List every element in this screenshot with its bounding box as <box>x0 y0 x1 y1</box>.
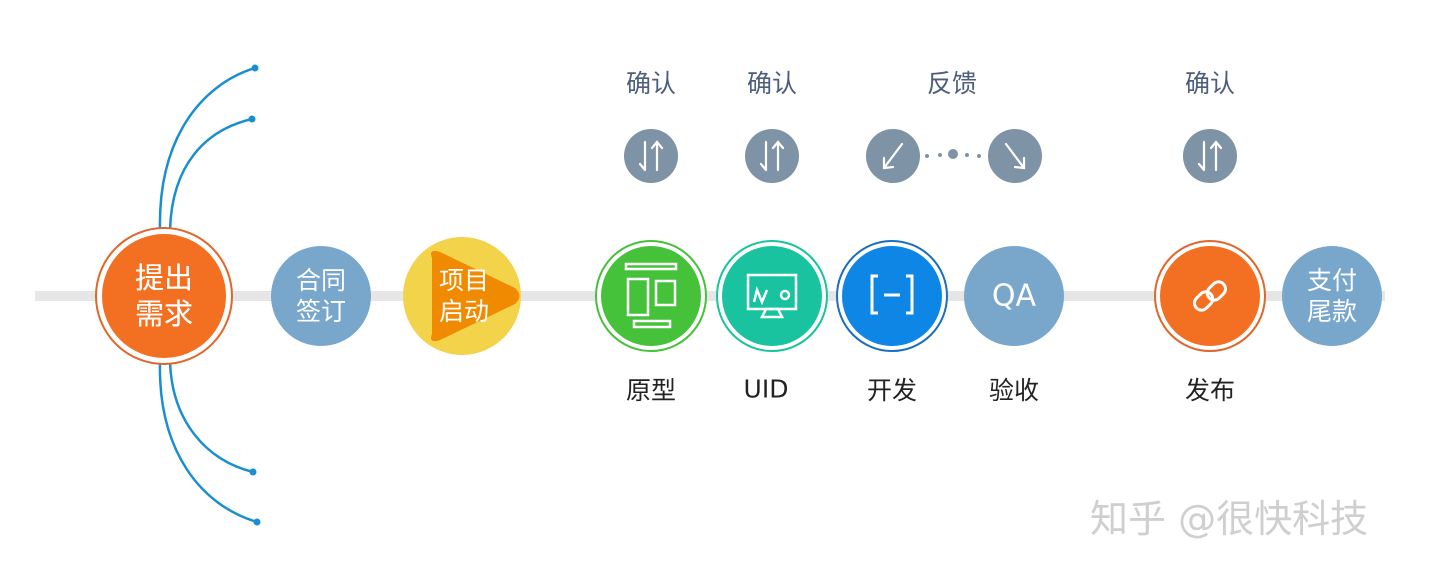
branch-curve <box>168 361 254 474</box>
payment-label: 支付 尾款 <box>1306 266 1358 326</box>
acceptance-label: 验收 <box>988 376 1040 405</box>
branch-dot <box>251 64 259 72</box>
release-label: 发布 <box>1184 376 1236 405</box>
confirm-label: 确认 <box>746 69 798 98</box>
prototype-label: 原型 <box>625 376 677 405</box>
branch-dot <box>253 518 261 526</box>
confirm-label: 确认 <box>1184 69 1236 98</box>
requirement-label: 提出需求 <box>135 261 194 331</box>
confirm-badge <box>624 129 678 183</box>
branch-dot <box>249 468 257 476</box>
confirm-badge <box>1183 129 1237 183</box>
branch-curve <box>168 117 253 231</box>
confirm-label: 确认 <box>625 69 677 98</box>
watermark: 知乎 @很快科技 <box>1090 497 1369 541</box>
kickoff-label: 项目 启动 <box>438 266 490 326</box>
contract-label: 合同 签订 <box>295 266 347 326</box>
confirm-badge <box>745 129 799 183</box>
branch-curve <box>158 66 256 231</box>
uid-label: UID <box>743 374 789 404</box>
feedback-label: 反馈 <box>926 69 978 98</box>
branch-dot <box>248 115 256 123</box>
dev-label: 开发 <box>866 376 918 405</box>
branch-curve <box>158 361 258 524</box>
qa-badge: QA <box>991 278 1037 314</box>
